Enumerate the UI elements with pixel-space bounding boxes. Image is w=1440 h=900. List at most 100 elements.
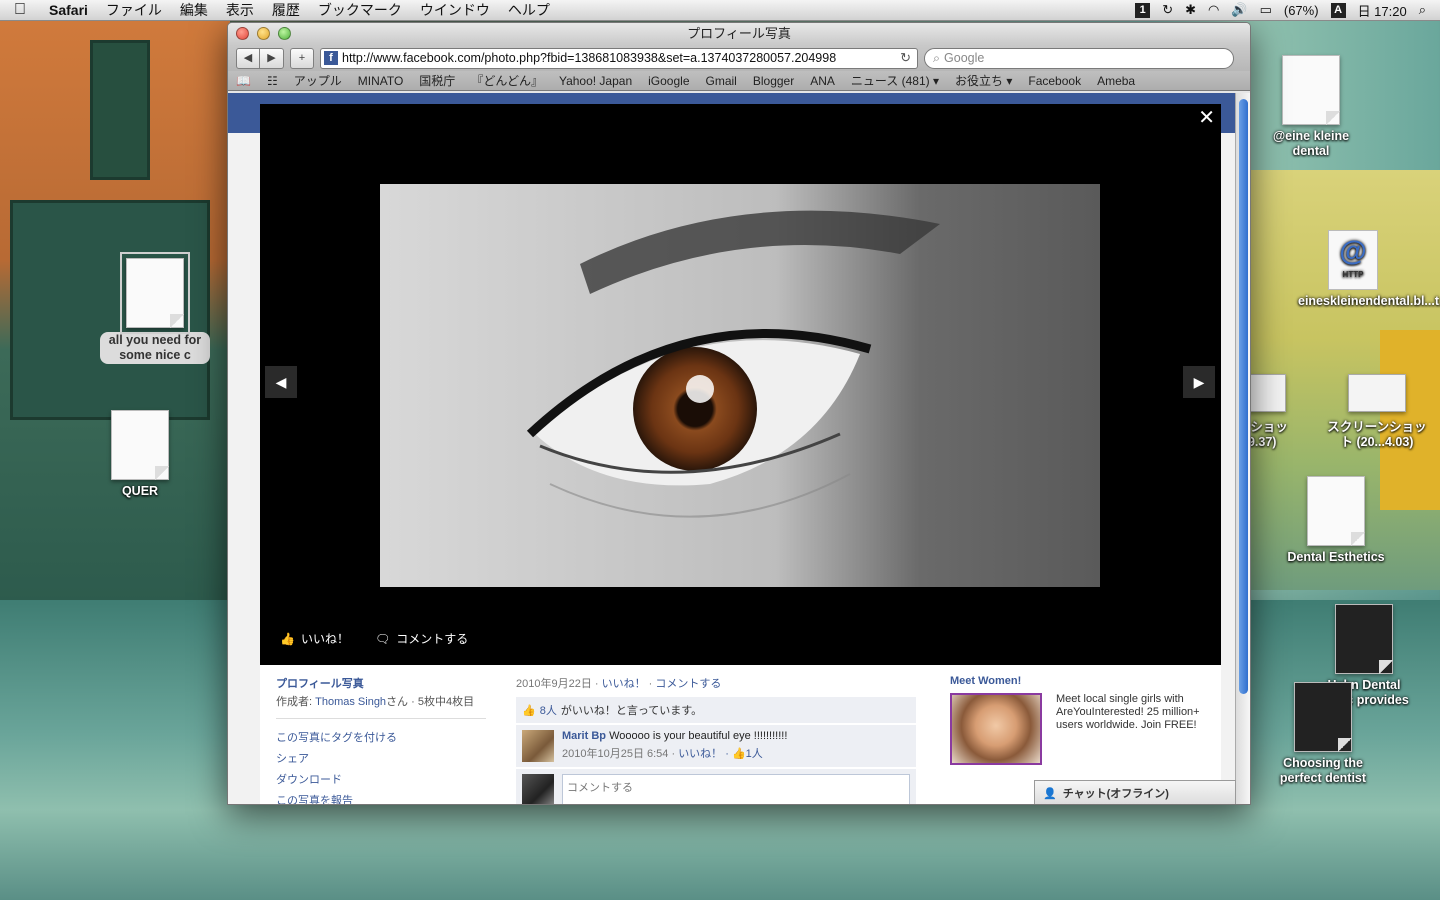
photo-stage: ✕ ◀ ▶ 👍 いいね！ 🗨 コメントする xyxy=(260,104,1221,665)
bookmark-item[interactable]: アップル xyxy=(294,72,342,89)
volume-icon[interactable]: 🔊 xyxy=(1231,2,1247,18)
desktop-icon-choosing-dentist[interactable]: Choosing the perfect dentist xyxy=(1268,682,1378,786)
bookmark-item[interactable]: Ameba xyxy=(1097,74,1135,88)
bookmark-item[interactable]: Gmail xyxy=(706,74,737,88)
facebook-favicon-icon: f xyxy=(324,51,338,65)
top-sites-grid-icon[interactable]: ☷ xyxy=(267,74,278,88)
bookmark-item[interactable]: iGoogle xyxy=(648,74,689,88)
author-link[interactable]: Thomas Singh xyxy=(315,696,386,708)
bookmark-item[interactable]: Blogger xyxy=(753,74,794,88)
minimize-window-button[interactable] xyxy=(257,27,270,40)
bookmark-item[interactable]: ニュース (481) ▾ xyxy=(851,72,939,89)
search-field[interactable]: ⌕ Google xyxy=(924,47,1234,69)
profile-photo-eye[interactable] xyxy=(380,184,1100,587)
desktop-icon-screenshot-2[interactable]: スクリーンショット (20...4.03) xyxy=(1322,358,1432,450)
report-photo-link[interactable]: この写真を報告 xyxy=(276,792,486,804)
commenter-name[interactable]: Marit Bp xyxy=(562,730,606,742)
apple-menu-icon[interactable]:  xyxy=(0,1,40,19)
bluetooth-icon[interactable]: ✱ xyxy=(1185,2,1196,18)
menu-app-safari[interactable]: Safari xyxy=(40,2,97,18)
webloc-at-icon: @ HTTP xyxy=(1328,230,1378,290)
document-icon xyxy=(120,252,190,334)
desktop-icon-selected-file[interactable]: all you need for some nice c xyxy=(100,252,210,364)
window-title: プロフィール写真 xyxy=(687,26,791,41)
ad-text[interactable]: Meet local single girls with AreYouInter… xyxy=(1056,693,1205,765)
bookmark-item[interactable]: 国税庁 xyxy=(419,72,455,89)
bookmark-item[interactable]: ANA xyxy=(810,74,835,88)
back-button[interactable]: ◀ xyxy=(236,47,260,69)
address-bar[interactable]: f http://www.facebook.com/photo.php?fbid… xyxy=(320,47,918,69)
menu-file[interactable]: ファイル xyxy=(97,0,171,20)
window-controls xyxy=(236,27,291,40)
battery-icon[interactable]: ▭ xyxy=(1260,2,1272,18)
comment-like-link[interactable]: いいね！ xyxy=(678,748,722,760)
desktop-icon-eine-kleine-dental[interactable]: @eine kleine dental xyxy=(1256,55,1366,159)
spotlight-search-icon[interactable]: ⌕ xyxy=(1419,2,1426,18)
bookmark-item[interactable]: お役立ち ▾ xyxy=(955,72,1012,89)
bookmarks-bar: 📖 ☷ アップル MINATO 国税庁 『どんどん』 Yahoo! Japan … xyxy=(228,71,1250,91)
add-comment-row: コメントする xyxy=(516,769,916,804)
thumbs-up-icon: 👍 xyxy=(522,704,536,717)
comment-photo-button[interactable]: 🗨 コメントする xyxy=(375,630,468,647)
close-icon[interactable]: ✕ xyxy=(1198,105,1215,130)
author-prefix: 作成者: xyxy=(276,696,316,708)
screenshot-thumbnail-icon xyxy=(1348,374,1406,412)
desktop-icon-label: Choosing the perfect dentist xyxy=(1279,756,1367,785)
vertical-scrollbar[interactable] xyxy=(1235,93,1250,804)
ad-title-link[interactable]: Meet Women! xyxy=(950,675,1205,687)
ad-column: Meet Women! Meet local single girls with… xyxy=(950,675,1205,765)
reading-list-icon[interactable]: 📖 xyxy=(236,74,251,88)
download-link[interactable]: ダウンロード xyxy=(276,771,486,787)
bookmark-item[interactable]: Yahoo! Japan xyxy=(559,74,632,88)
wifi-icon[interactable]: ◠ xyxy=(1208,2,1219,18)
clock[interactable]: 日 17:20 xyxy=(1358,1,1407,20)
album-title-link[interactable]: プロフィール写真 xyxy=(276,675,486,691)
desktop-icon-quer[interactable]: QUER xyxy=(85,410,195,499)
menu-history[interactable]: 履歴 xyxy=(263,0,309,20)
chat-bar[interactable]: 👤 チャット(オフライン) xyxy=(1034,780,1236,804)
ad-image[interactable] xyxy=(950,693,1042,765)
desktop-icon-label: all you need for some nice c xyxy=(100,332,210,364)
like-photo-button[interactable]: 👍 いいね！ xyxy=(280,630,349,647)
previous-photo-button[interactable]: ◀ xyxy=(265,366,297,398)
menu-window[interactable]: ウインドウ xyxy=(411,0,499,20)
menu-help[interactable]: ヘルプ xyxy=(499,0,559,20)
input-mode-indicator[interactable]: A xyxy=(1330,2,1346,18)
add-bookmark-button[interactable]: + xyxy=(290,47,314,69)
browser-toolbar: ◀ ▶ + f http://www.facebook.com/photo.ph… xyxy=(228,45,1250,71)
next-photo-button[interactable]: ▶ xyxy=(1183,366,1215,398)
page-content: ✕ ◀ ▶ 👍 いいね！ 🗨 コメントする プロフィール写真 作成者: Thom… xyxy=(228,93,1236,804)
menu-view[interactable]: 表示 xyxy=(217,0,263,20)
photo-date: 2010年9月22日 · xyxy=(516,678,602,690)
commenter-avatar[interactable] xyxy=(522,730,554,762)
comment-input[interactable]: コメントする xyxy=(562,774,910,804)
desktop-icon-label: @eine kleine dental xyxy=(1272,129,1350,158)
window-titlebar[interactable]: プロフィール写真 xyxy=(228,23,1250,45)
forward-button[interactable]: ▶ xyxy=(260,47,284,69)
bookmark-item[interactable]: Facebook xyxy=(1028,74,1081,88)
menu-edit[interactable]: 編集 xyxy=(171,0,217,20)
desktop-icon-http-link[interactable]: @HTTP eineskleinendental.bl...t.com/ xyxy=(1298,230,1440,309)
document-icon xyxy=(1282,55,1340,125)
tag-photo-link[interactable]: この写真にタグを付ける xyxy=(276,729,486,745)
spaces-icon[interactable]: 1 xyxy=(1135,2,1151,18)
date-like-link[interactable]: いいね！ xyxy=(602,678,646,690)
chat-person-icon: 👤 xyxy=(1043,787,1057,800)
comment-like-count[interactable]: · 👍1人 xyxy=(722,748,763,760)
bookmark-item[interactable]: MINATO xyxy=(358,74,404,88)
close-window-button[interactable] xyxy=(236,27,249,40)
reload-icon[interactable]: ↻ xyxy=(900,50,911,66)
desktop-icon-dental-esthetics[interactable]: Dental Esthetics xyxy=(1281,476,1391,565)
search-placeholder: Google xyxy=(944,51,985,65)
bookmark-item[interactable]: 『どんどん』 xyxy=(471,72,543,89)
share-link[interactable]: シェア xyxy=(276,750,486,766)
viewer-avatar xyxy=(522,774,554,804)
date-comment-link[interactable]: コメントする xyxy=(655,678,721,690)
time-machine-icon[interactable]: ↻ xyxy=(1162,2,1173,18)
safari-window: プロフィール写真 ◀ ▶ + f http://www.facebook.com… xyxy=(227,22,1251,805)
zoom-window-button[interactable] xyxy=(278,27,291,40)
likes-count-link[interactable]: 8人 xyxy=(540,702,557,718)
scrollbar-thumb[interactable] xyxy=(1239,99,1248,694)
comment-body: Marit Bp Wooooo is your beautiful eye !!… xyxy=(562,730,787,762)
menu-bookmarks[interactable]: ブックマーク xyxy=(309,0,411,20)
